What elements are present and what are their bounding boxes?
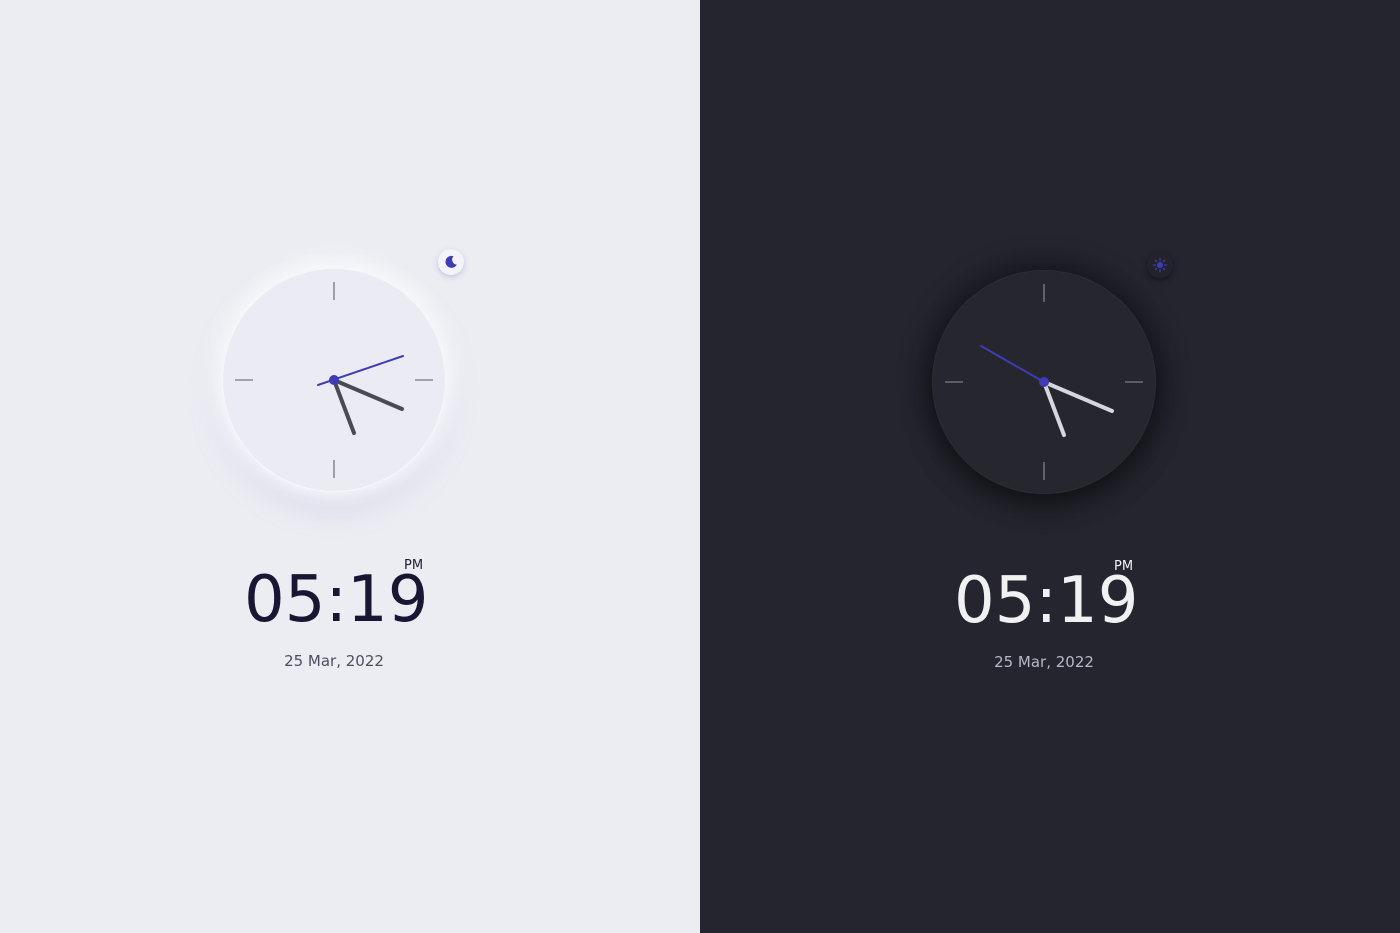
sun-icon [1152, 257, 1168, 273]
analog-clock [222, 268, 446, 492]
clock-center-dot [1039, 377, 1049, 387]
analog-clock [932, 270, 1156, 494]
am-pm-indicator: PM [404, 558, 424, 573]
second-hand [980, 345, 1045, 383]
digital-clock: 05:19 PM [944, 559, 1144, 638]
screen: 05:19 PM 25 Mar, 2022 05:19 PM 25 Mar, 2… [0, 0, 1400, 933]
date-label: 25 Mar, 2022 [284, 652, 384, 670]
digital-clock: 05:19 PM [234, 558, 434, 637]
dark-theme-panel: 05:19 PM 25 Mar, 2022 [700, 0, 1400, 933]
clock-face [235, 282, 433, 478]
dark-mode-toggle-button[interactable] [438, 249, 464, 275]
clock-face [945, 284, 1143, 480]
date-label: 25 Mar, 2022 [994, 653, 1094, 671]
digital-time: 05:19 [244, 563, 429, 637]
clock-center-dot [329, 375, 339, 385]
digital-time: 05:19 [954, 564, 1139, 638]
moon-icon [445, 255, 457, 268]
am-pm-indicator: PM [1114, 559, 1134, 574]
light-theme-panel: 05:19 PM 25 Mar, 2022 [0, 0, 700, 933]
light-mode-toggle-button[interactable] [1147, 252, 1173, 278]
